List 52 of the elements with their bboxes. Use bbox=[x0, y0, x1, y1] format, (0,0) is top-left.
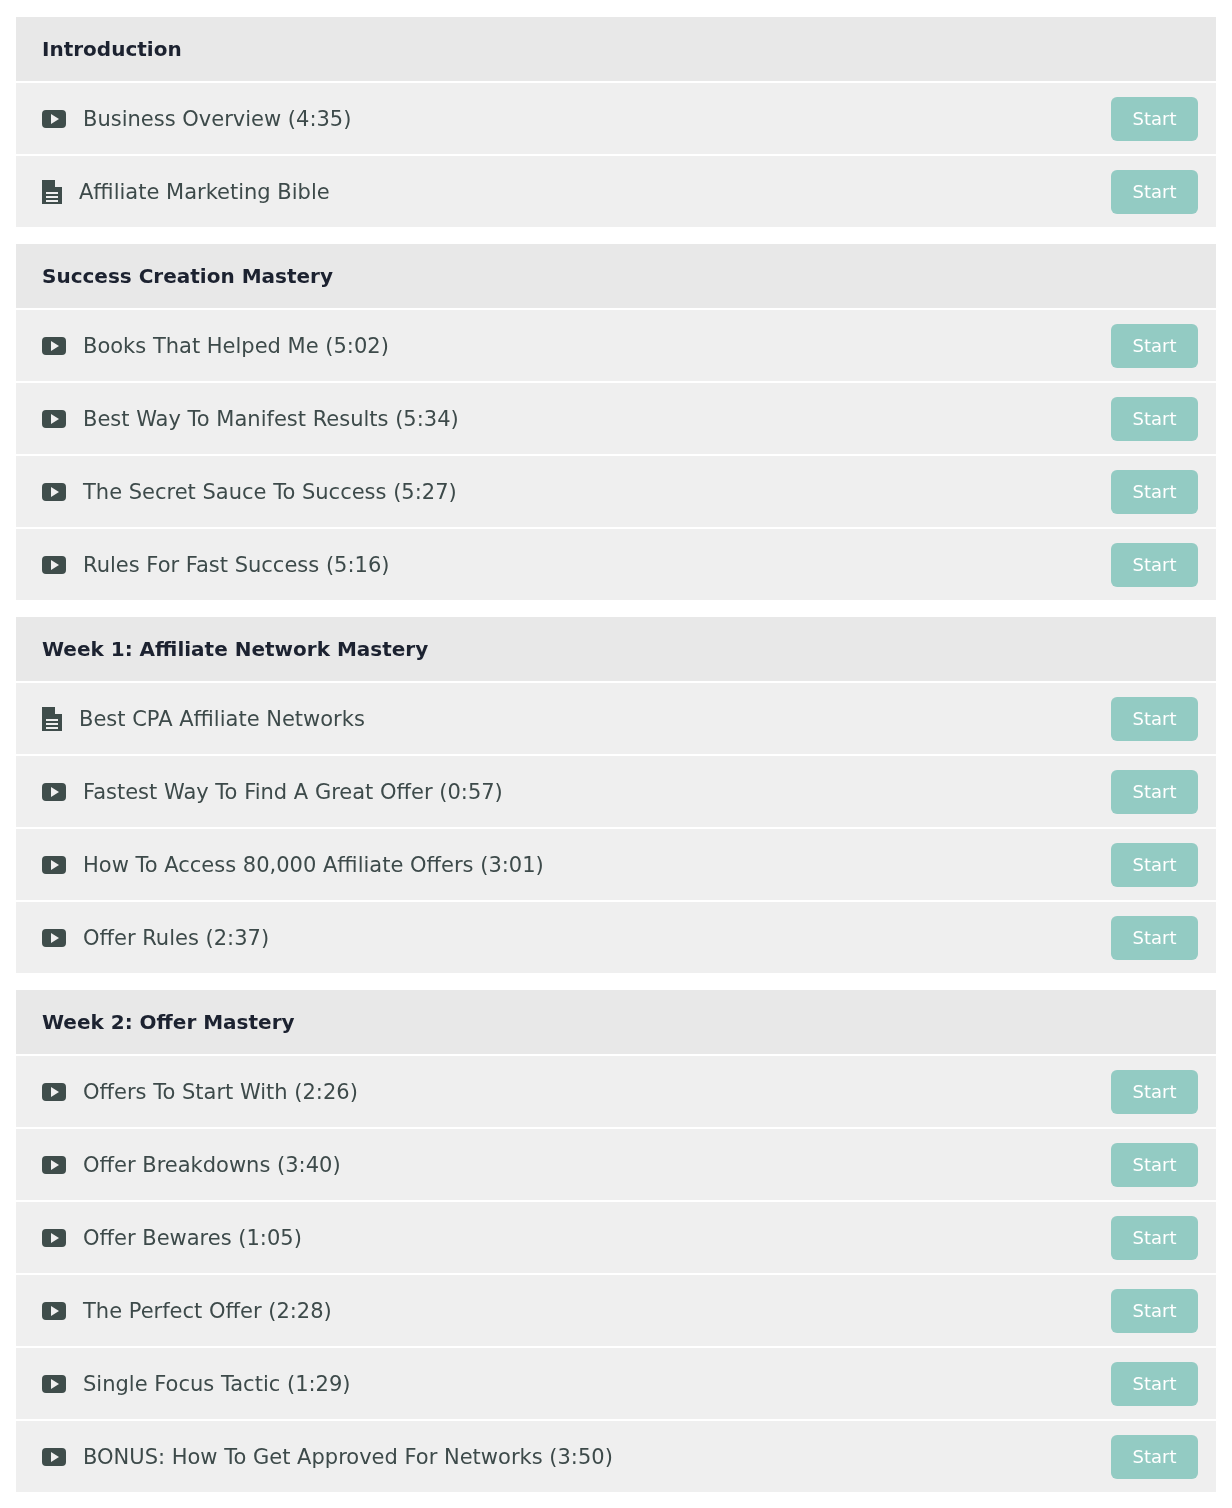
play-icon bbox=[41, 108, 67, 129]
start-button[interactable]: Start bbox=[1111, 1434, 1198, 1479]
lesson-title: Offers To Start With (2:26) bbox=[83, 1079, 358, 1104]
lesson-title: The Perfect Offer (2:28) bbox=[83, 1298, 332, 1323]
lesson-title: Books That Helped Me (5:02) bbox=[83, 333, 389, 358]
lesson-title: Business Overview (4:35) bbox=[83, 106, 352, 131]
start-button[interactable]: Start bbox=[1111, 1142, 1198, 1187]
lesson-title: Offer Breakdowns (3:40) bbox=[83, 1152, 341, 1177]
section-title: Introduction bbox=[42, 37, 182, 61]
play-icon bbox=[41, 1081, 67, 1102]
document-icon bbox=[41, 178, 63, 205]
lesson-title: Fastest Way To Find A Great Offer (0:57) bbox=[83, 779, 503, 804]
play-icon bbox=[41, 1227, 67, 1248]
document-icon bbox=[41, 705, 63, 732]
play-icon bbox=[41, 1446, 67, 1467]
start-button[interactable]: Start bbox=[1111, 1361, 1198, 1406]
start-button[interactable]: Start bbox=[1111, 396, 1198, 441]
play-icon bbox=[41, 927, 67, 948]
play-icon bbox=[41, 554, 67, 575]
start-button[interactable]: Start bbox=[1111, 323, 1198, 368]
play-icon bbox=[41, 335, 67, 356]
play-icon bbox=[41, 481, 67, 502]
lesson-title: Affiliate Marketing Bible bbox=[79, 179, 330, 204]
start-button[interactable]: Start bbox=[1111, 769, 1198, 814]
play-icon bbox=[41, 1154, 67, 1175]
lesson-title: The Secret Sauce To Success (5:27) bbox=[83, 479, 457, 504]
start-button[interactable]: Start bbox=[1111, 1215, 1198, 1260]
start-button[interactable]: Start bbox=[1111, 1288, 1198, 1333]
lesson-title: Offer Bewares (1:05) bbox=[83, 1225, 302, 1250]
start-button[interactable]: Start bbox=[1111, 542, 1198, 587]
start-button[interactable]: Start bbox=[1111, 915, 1198, 960]
start-button[interactable]: Start bbox=[1111, 842, 1198, 887]
lesson-title: Best CPA Affiliate Networks bbox=[79, 706, 365, 731]
lesson-title: Single Focus Tactic (1:29) bbox=[83, 1371, 351, 1396]
lesson-title: BONUS: How To Get Approved For Networks (3:50) bbox=[83, 1444, 613, 1469]
section-title: Week 2: Offer Mastery bbox=[42, 1010, 295, 1034]
lesson-title: Offer Rules (2:37) bbox=[83, 925, 270, 950]
start-button[interactable]: Start bbox=[1111, 469, 1198, 514]
play-icon bbox=[41, 781, 67, 802]
section-title: Week 1: Affiliate Network Mastery bbox=[42, 637, 429, 661]
lesson-title: Rules For Fast Success (5:16) bbox=[83, 552, 390, 577]
start-button[interactable]: Start bbox=[1111, 1069, 1198, 1114]
play-icon bbox=[41, 408, 67, 429]
lesson-title: How To Access 80,000 Affiliate Offers (3:01) bbox=[83, 852, 544, 877]
start-button[interactable]: Start bbox=[1111, 696, 1198, 741]
lesson-title: Best Way To Manifest Results (5:34) bbox=[83, 406, 459, 431]
play-icon bbox=[41, 1300, 67, 1321]
start-button[interactable]: Start bbox=[1111, 169, 1198, 214]
play-icon bbox=[41, 854, 67, 875]
section-title: Success Creation Mastery bbox=[42, 264, 333, 288]
play-icon bbox=[41, 1373, 67, 1394]
start-button[interactable]: Start bbox=[1111, 96, 1198, 141]
